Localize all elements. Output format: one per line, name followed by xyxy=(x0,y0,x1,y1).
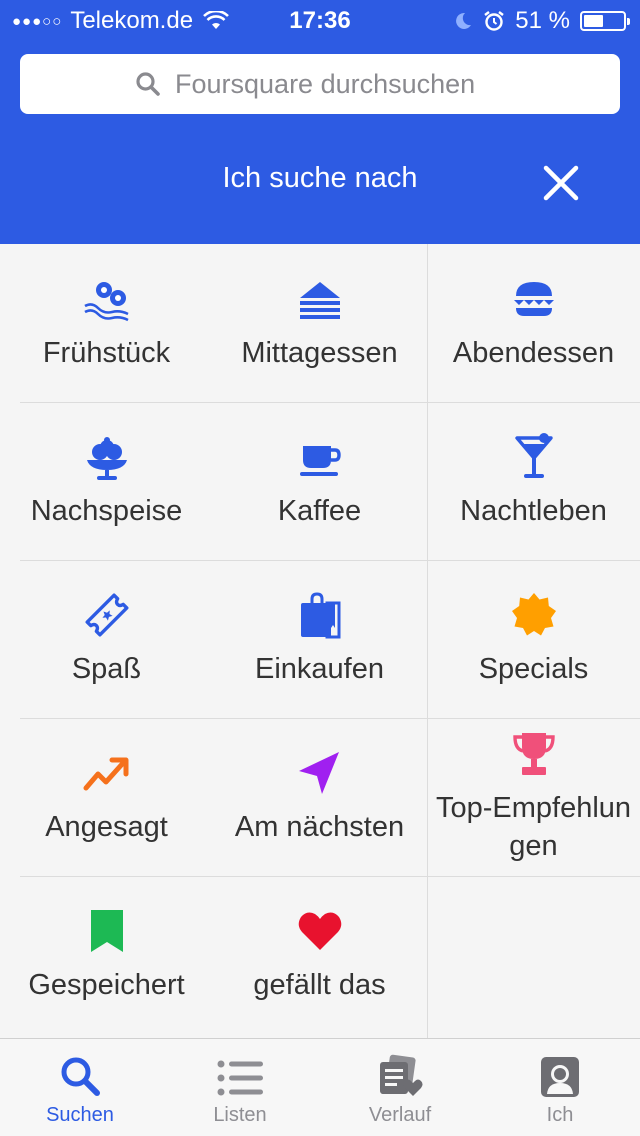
category-fun[interactable]: Spaß xyxy=(0,560,213,718)
category-label: Abendessen xyxy=(452,337,615,369)
tab-bar: Suchen Listen Verlauf Ich xyxy=(0,1038,640,1136)
category-coffee[interactable]: Kaffee xyxy=(213,402,426,560)
cocktail-icon xyxy=(514,433,553,478)
tab-history[interactable]: Verlauf xyxy=(320,1039,480,1136)
search-icon xyxy=(136,72,160,96)
bookmark-icon xyxy=(90,910,123,952)
battery-percentage: 51 % xyxy=(515,7,570,34)
category-shopping[interactable]: Einkaufen xyxy=(213,560,426,718)
tab-search[interactable]: Suchen xyxy=(0,1039,160,1136)
category-trending[interactable]: Angesagt xyxy=(0,718,213,876)
category-label: Spaß xyxy=(71,653,142,685)
category-label: Nachspeise xyxy=(30,495,183,527)
grid-divider xyxy=(427,244,428,1038)
sandwich-icon xyxy=(299,282,340,319)
grid-divider xyxy=(427,402,640,403)
profile-icon xyxy=(541,1057,579,1097)
coffee-cup-icon xyxy=(299,446,341,476)
category-label: Frühstück xyxy=(42,337,171,369)
search-bar[interactable] xyxy=(20,54,620,114)
status-bar: ●●●○○ Telekom.de 17:36 51 % xyxy=(0,0,640,40)
category-breakfast[interactable]: Frühstück xyxy=(0,244,213,402)
grid-divider xyxy=(20,718,640,719)
category-label: Nachtleben xyxy=(460,495,607,527)
grid-divider xyxy=(20,876,640,877)
shopping-bag-icon xyxy=(300,592,340,639)
category-label: Gespeichert xyxy=(28,969,185,1001)
category-liked[interactable]: gefällt das xyxy=(213,876,426,1034)
status-right: 51 % xyxy=(453,7,630,35)
category-top-picks[interactable]: Top-Empfehlungen xyxy=(427,718,640,876)
navigation-arrow-icon xyxy=(298,752,339,794)
tab-label: Listen xyxy=(213,1104,267,1126)
category-dinner[interactable]: Abendessen xyxy=(427,244,640,402)
category-label: gefällt das xyxy=(253,969,386,1001)
tab-label: Ich xyxy=(546,1104,574,1126)
trending-icon xyxy=(83,757,128,791)
category-label: Top-Empfehlungen xyxy=(435,792,632,862)
search-input[interactable] xyxy=(175,68,505,100)
category-label: Einkaufen xyxy=(255,653,384,685)
category-label: Mittagessen xyxy=(241,337,398,369)
heart-icon xyxy=(298,912,341,950)
category-label: Angesagt xyxy=(45,811,168,843)
category-nearest[interactable]: Am nächsten xyxy=(213,718,426,876)
tab-label: Suchen xyxy=(46,1104,114,1126)
badge-icon xyxy=(511,593,556,636)
header: ●●●○○ Telekom.de 17:36 51 % Foursquare d… xyxy=(0,0,640,244)
category-lunch[interactable]: Mittagessen xyxy=(213,244,426,402)
category-label: Specials xyxy=(478,653,589,685)
tab-label: Verlauf xyxy=(368,1104,432,1126)
category-label: Am nächsten xyxy=(234,811,405,843)
category-saved[interactable]: Gespeichert xyxy=(0,876,213,1034)
list-icon xyxy=(217,1060,263,1096)
ticket-icon xyxy=(85,593,128,637)
ice-cream-icon xyxy=(86,437,127,480)
category-dessert[interactable]: Nachspeise xyxy=(0,402,213,560)
category-nightlife[interactable]: Nachtleben xyxy=(427,402,640,560)
close-icon[interactable] xyxy=(538,160,584,206)
tab-lists[interactable]: Listen xyxy=(160,1039,320,1136)
category-label: Kaffee xyxy=(277,495,362,527)
category-grid: Frühstück Mittagessen Abendessen Nachspe… xyxy=(0,244,640,1038)
search-icon xyxy=(61,1057,100,1096)
grid-divider xyxy=(20,560,640,561)
grid-divider xyxy=(20,402,427,403)
trophy-icon xyxy=(512,733,555,775)
alarm-icon xyxy=(484,11,505,31)
tab-profile[interactable]: Ich xyxy=(480,1039,640,1136)
battery-icon xyxy=(580,11,630,31)
burger-icon xyxy=(513,282,554,316)
breakfast-icon xyxy=(83,282,129,322)
history-icon xyxy=(380,1054,423,1096)
moon-icon xyxy=(456,12,472,29)
category-specials[interactable]: Specials xyxy=(427,560,640,718)
